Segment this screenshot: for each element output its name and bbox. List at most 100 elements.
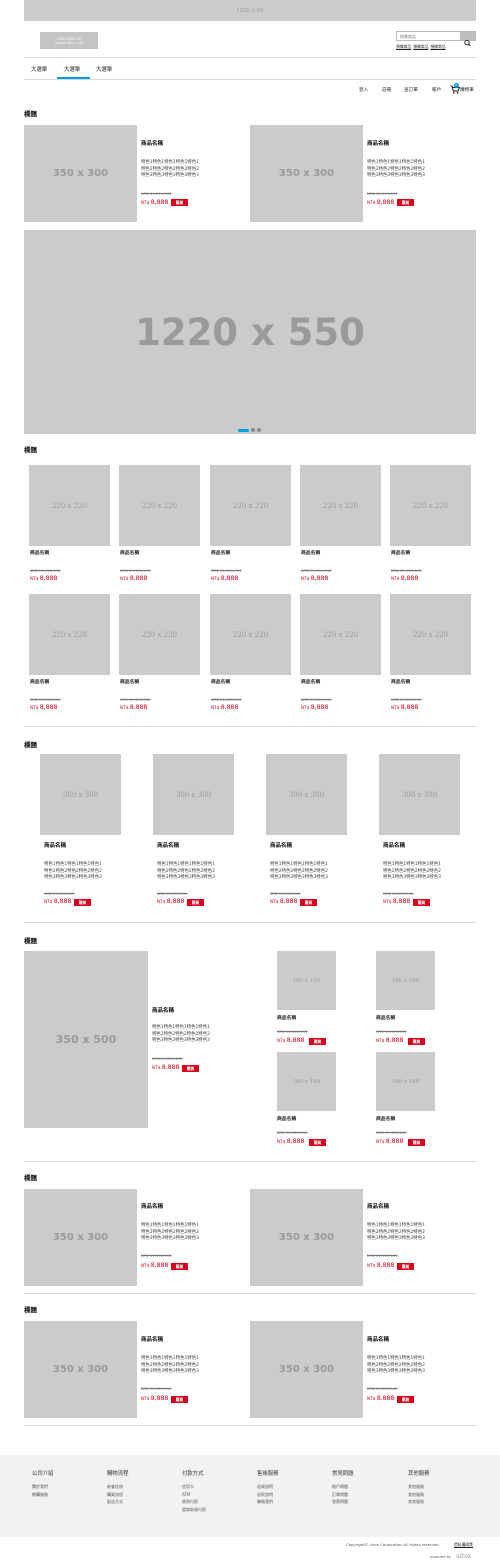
buy-button[interactable]: 購買 (300, 899, 317, 906)
product-image[interactable]: 300 x 300 (266, 754, 347, 835)
product-image[interactable]: 220 x 220 (119, 465, 200, 546)
footer-link[interactable]: 其他服務 (408, 1499, 424, 1505)
product-name[interactable]: 商品名稱 (141, 1202, 163, 1210)
footer-link[interactable]: 購買流程 (107, 1492, 123, 1498)
buy-button[interactable]: 購買 (171, 199, 188, 206)
footer-link[interactable]: 退貨說明 (257, 1484, 273, 1490)
product-name[interactable]: 商品名稱 (270, 841, 292, 849)
popular-keyword[interactable]: 預備商品 (430, 44, 445, 50)
footer-link[interactable]: 信用卡 (182, 1484, 194, 1490)
product-image[interactable]: 160 x 160 (376, 951, 435, 1010)
search-button[interactable] (460, 32, 475, 47)
footer-link[interactable]: 其他服務 (408, 1484, 424, 1490)
product-name[interactable]: 商品名稱 (376, 1115, 395, 1122)
product-name[interactable]: 商品名稱 (376, 1014, 395, 1021)
footer-link[interactable]: 其他服務 (408, 1492, 424, 1498)
product-name[interactable]: 商品名稱 (277, 1014, 296, 1021)
register-link[interactable]: 註冊 (382, 87, 391, 93)
buy-button[interactable]: 購買 (187, 899, 204, 906)
product-image[interactable]: 220 x 220 (390, 594, 471, 675)
product-name[interactable]: 商品名稱 (44, 841, 66, 849)
product-image[interactable]: 220 x 220 (29, 594, 110, 675)
product-name[interactable]: 商品名稱 (157, 841, 179, 849)
product-image[interactable]: 300 x 300 (40, 754, 121, 835)
account-link[interactable]: 帳戶 (432, 87, 441, 93)
buy-button[interactable]: 購買 (171, 1263, 188, 1270)
footer-link[interactable]: 聯絡我們 (257, 1499, 273, 1505)
product-image[interactable]: 160 x 160 (277, 951, 336, 1010)
product-image[interactable]: 160 x 160 (277, 1052, 336, 1111)
product-image[interactable]: 350 x 300 (250, 125, 363, 222)
product-image[interactable]: 350 x 300 (24, 125, 137, 222)
product-image[interactable]: 220 x 220 (29, 465, 110, 546)
product-name[interactable]: 商品名稱 (141, 139, 163, 147)
footer-link[interactable]: ATM (182, 1492, 190, 1497)
privacy-link[interactable]: 隱私權政策 (454, 1542, 473, 1548)
carousel-dot[interactable] (251, 428, 255, 432)
nav-tab-1[interactable]: 大選單 (31, 65, 47, 73)
footer-link[interactable]: 發票問題 (332, 1499, 348, 1505)
product-image[interactable]: 350 x 300 (250, 1321, 363, 1418)
buy-button[interactable]: 購買 (182, 1065, 199, 1072)
product-image[interactable]: 350 x 300 (24, 1189, 137, 1286)
cart-button[interactable]: 0 購物車 (450, 83, 478, 95)
product-name[interactable]: 商品名稱 (141, 1335, 163, 1343)
product-name[interactable]: 商品名稱 (30, 549, 49, 556)
login-link[interactable]: 登入 (359, 87, 368, 93)
nav-tab-3[interactable]: 大選單 (96, 65, 112, 73)
product-name[interactable]: 商品名稱 (367, 1202, 389, 1210)
product-name[interactable]: 商品名稱 (301, 549, 320, 556)
product-name[interactable]: 商品名稱 (120, 678, 139, 685)
buy-button[interactable]: 購買 (74, 899, 91, 906)
search-box[interactable] (396, 31, 476, 47)
buy-button[interactable]: 購買 (413, 899, 430, 906)
order-query-link[interactable]: 查訂單 (404, 87, 418, 93)
product-name[interactable]: 商品名稱 (211, 549, 230, 556)
buy-button[interactable]: 購買 (397, 1396, 414, 1403)
logo[interactable]: LOGO 500 x 50 mobile 400 x 100 (40, 32, 98, 49)
carousel-dot-active[interactable] (238, 428, 249, 432)
buy-button[interactable]: 購買 (408, 1139, 425, 1146)
product-image[interactable]: 300 x 300 (153, 754, 234, 835)
product-name[interactable]: 商品名稱 (391, 549, 410, 556)
product-name[interactable]: 商品名稱 (30, 678, 49, 685)
product-image[interactable]: 350 x 300 (250, 1189, 363, 1286)
buy-button[interactable]: 購買 (309, 1139, 326, 1146)
footer-link[interactable]: 關於我們 (32, 1484, 48, 1490)
product-name[interactable]: 商品名稱 (367, 1335, 389, 1343)
product-image[interactable]: 220 x 220 (119, 594, 200, 675)
buy-button[interactable]: 購買 (408, 1038, 425, 1045)
buy-button[interactable]: 購買 (171, 1396, 188, 1403)
product-name[interactable]: 商品名稱 (277, 1115, 296, 1122)
footer-link[interactable]: 網購服務 (32, 1492, 48, 1498)
popular-keyword[interactable]: 預備商品 (396, 44, 411, 50)
product-image[interactable]: 160 x 160 (376, 1052, 435, 1111)
footer-link[interactable]: 貨到付款 (182, 1499, 198, 1505)
footer-link[interactable]: 訂單問題 (332, 1492, 348, 1498)
product-image[interactable]: 220 x 220 (300, 465, 381, 546)
buy-button[interactable]: 購買 (309, 1038, 326, 1045)
top-banner[interactable]: 1220 x 60 (24, 0, 476, 21)
product-name[interactable]: 商品名稱 (152, 1006, 174, 1014)
footer-link[interactable]: 配送方式 (107, 1499, 123, 1505)
product-name[interactable]: 商品名稱 (383, 841, 405, 849)
hero-banner[interactable]: 1220 x 550 (24, 230, 476, 434)
buy-button[interactable]: 購買 (397, 1263, 414, 1270)
footer-link[interactable]: 退款說明 (257, 1492, 273, 1498)
product-image[interactable]: 300 x 300 (379, 754, 460, 835)
product-name[interactable]: 商品名稱 (120, 549, 139, 556)
product-name[interactable]: 商品名稱 (391, 678, 410, 685)
product-name[interactable]: 商品名稱 (301, 678, 320, 685)
footer-link[interactable]: 帳戶問題 (332, 1484, 348, 1490)
search-input[interactable] (398, 32, 460, 40)
nav-tab-2[interactable]: 大選單 (64, 65, 80, 73)
product-image[interactable]: 350 x 300 (24, 1321, 137, 1418)
product-image[interactable]: 220 x 220 (390, 465, 471, 546)
footer-link[interactable]: 超商取貨付款 (182, 1507, 206, 1513)
product-image[interactable]: 220 x 220 (210, 465, 291, 546)
footer-link[interactable]: 新會註冊 (107, 1484, 123, 1490)
product-image[interactable]: 350 x 500 (24, 951, 148, 1128)
popular-keyword[interactable]: 預備商品 (413, 44, 428, 50)
buy-button[interactable]: 購買 (397, 199, 414, 206)
product-image[interactable]: 220 x 220 (300, 594, 381, 675)
